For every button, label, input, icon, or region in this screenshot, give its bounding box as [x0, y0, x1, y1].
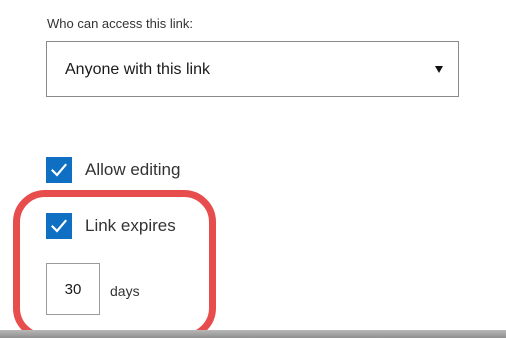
link-expires-label: Link expires [85, 216, 176, 235]
expiry-days-input[interactable]: 30 [46, 263, 100, 315]
allow-editing-label: Allow editing [85, 160, 181, 179]
expiry-days-unit-label: days [110, 283, 140, 299]
dropdown-arrow-icon [435, 66, 443, 73]
footer-divider [0, 330, 506, 338]
link-expires-checkbox[interactable] [46, 213, 72, 239]
access-dropdown-value: Anyone with this link [65, 61, 210, 78]
checkmark-icon [51, 219, 67, 233]
access-dropdown[interactable]: Anyone with this link [46, 41, 459, 97]
link-expires-option[interactable]: Link expires [46, 213, 176, 239]
checkmark-icon [51, 163, 67, 177]
share-link-settings-panel: Who can access this link: Anyone with th… [0, 0, 506, 338]
allow-editing-option[interactable]: Allow editing [46, 157, 180, 183]
access-label: Who can access this link: [47, 16, 193, 31]
allow-editing-checkbox[interactable] [46, 157, 72, 183]
